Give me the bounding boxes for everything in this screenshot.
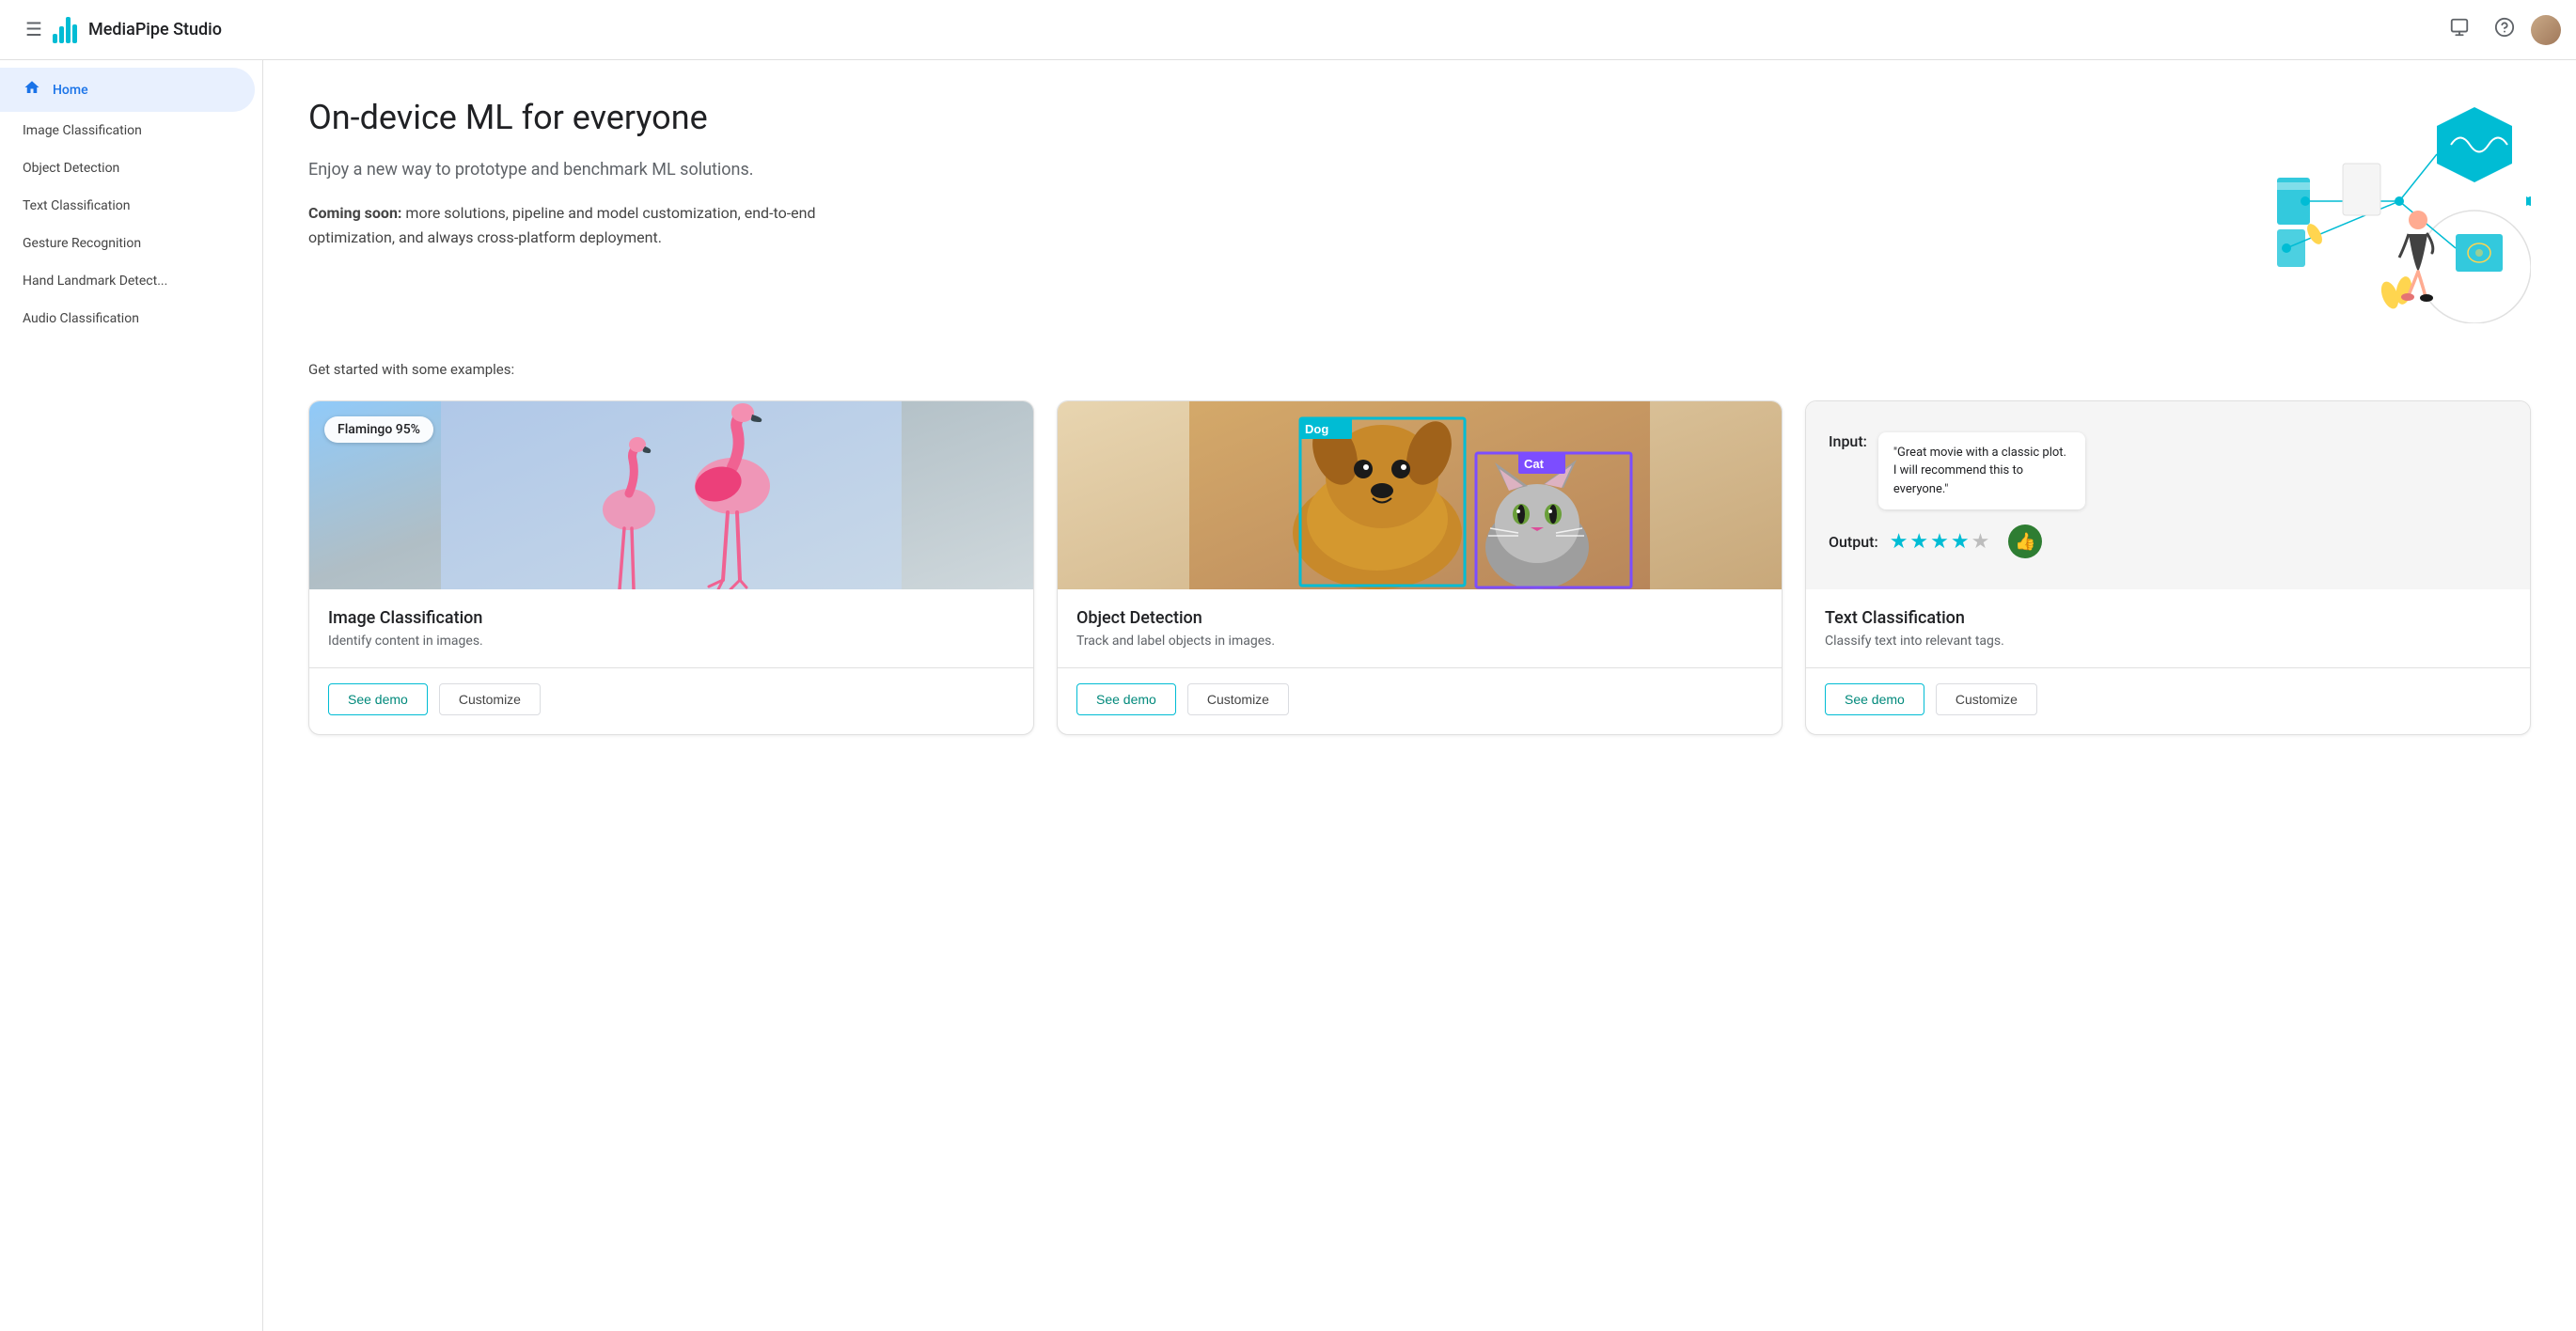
sidebar-text-classification-label: Text Classification — [23, 198, 131, 213]
card-image-classification-area: Flamingo 95% — [309, 401, 1033, 589]
sidebar-item-text-classification[interactable]: Text Classification — [0, 187, 255, 225]
card-text-classification-actions: See demo Customize — [1806, 667, 2530, 734]
card-object-detection-actions: See demo Customize — [1058, 667, 1782, 734]
feedback-icon — [2449, 17, 2470, 43]
app-body: Home Image Classification Object Detecti… — [0, 60, 2576, 1331]
hero-text: On-device ML for everyone Enjoy a new wa… — [308, 98, 872, 249]
card-text-classification-desc: Classify text into relevant tags. — [1825, 634, 2511, 649]
star-4: ★ — [1951, 530, 1970, 554]
logo-bar-4 — [72, 24, 77, 43]
logo-bar-2 — [59, 26, 64, 43]
main-content: On-device ML for everyone Enjoy a new wa… — [263, 60, 2576, 1331]
feedback-button[interactable] — [2441, 11, 2478, 49]
sidebar-item-image-classification[interactable]: Image Classification — [0, 112, 255, 149]
text-classification-see-demo-button[interactable]: See demo — [1825, 683, 1924, 715]
app-title: MediaPipe Studio — [88, 20, 222, 39]
card-text-classification: Input: "Great movie with a classic plot.… — [1805, 400, 2531, 735]
sidebar-hand-landmark-label: Hand Landmark Detect... — [23, 274, 167, 289]
menu-button[interactable]: ☰ — [15, 11, 53, 49]
card-text-classification-body: Text Classification Classify text into r… — [1806, 589, 2530, 649]
logo-bar-3 — [66, 17, 71, 43]
image-classification-see-demo-button[interactable]: See demo — [328, 683, 428, 715]
text-classification-customize-button[interactable]: Customize — [1936, 683, 2037, 715]
card-image-classification-body: Image Classification Identify content in… — [309, 589, 1033, 649]
sidebar-item-home[interactable]: Home — [0, 68, 255, 112]
text-output-row: Output: ★ ★ ★ ★ ★ 👍 — [1829, 525, 2507, 558]
menu-icon: ☰ — [25, 18, 42, 41]
star-3: ★ — [1930, 530, 1949, 554]
help-icon — [2494, 17, 2515, 43]
sidebar-object-detection-label: Object Detection — [23, 161, 119, 176]
logo-bars-icon — [53, 17, 77, 43]
text-output-label: Output: — [1829, 533, 1878, 551]
app-logo: MediaPipe Studio — [53, 17, 222, 43]
hero-title: On-device ML for everyone — [308, 98, 872, 138]
image-classification-customize-button[interactable]: Customize — [439, 683, 541, 715]
detection-illustration: Dog Cat — [1058, 401, 1782, 589]
cards-row: Flamingo 95% — [308, 400, 2531, 735]
card-text-classification-title: Text Classification — [1825, 608, 2511, 628]
sidebar-audio-classification-label: Audio Classification — [23, 311, 139, 326]
coming-soon-prefix: Coming soon: — [308, 204, 401, 222]
svg-text:Cat: Cat — [1524, 457, 1545, 471]
hero-section: On-device ML for everyone Enjoy a new wa… — [308, 98, 2531, 323]
card-image-classification-actions: See demo Customize — [309, 667, 1033, 734]
card-image-classification: Flamingo 95% — [308, 400, 1034, 735]
sidebar-home-label: Home — [53, 83, 88, 98]
logo-bar-1 — [53, 34, 57, 43]
text-input-label: Input: — [1829, 432, 1867, 450]
avatar-image — [2531, 15, 2561, 45]
help-button[interactable] — [2486, 11, 2523, 49]
sidebar-gesture-recognition-label: Gesture Recognition — [23, 236, 141, 251]
sidebar-item-gesture-recognition[interactable]: Gesture Recognition — [0, 225, 255, 262]
card-object-detection: Dog Cat Object Detection Track and label… — [1057, 400, 1783, 735]
card-object-detection-body: Object Detection Track and label objects… — [1058, 589, 1782, 649]
illustration-svg — [2230, 98, 2531, 323]
sidebar-item-hand-landmark[interactable]: Hand Landmark Detect... — [0, 262, 255, 300]
sidebar-item-object-detection[interactable]: Object Detection — [0, 149, 255, 187]
star-1: ★ — [1890, 530, 1908, 554]
object-detection-see-demo-button[interactable]: See demo — [1076, 683, 1176, 715]
sidebar: Home Image Classification Object Detecti… — [0, 60, 263, 1331]
card-image-classification-desc: Identify content in images. — [328, 634, 1014, 649]
hero-coming-soon: Coming soon: more solutions, pipeline an… — [308, 201, 872, 249]
home-icon — [23, 79, 41, 101]
header-actions — [2441, 11, 2561, 49]
text-input-row: Input: "Great movie with a classic plot.… — [1829, 432, 2507, 510]
sidebar-image-classification-label: Image Classification — [23, 123, 142, 138]
section-label: Get started with some examples: — [308, 361, 2531, 378]
star-2: ★ — [1909, 530, 1928, 554]
card-object-detection-title: Object Detection — [1076, 608, 1763, 628]
object-detection-customize-button[interactable]: Customize — [1187, 683, 1289, 715]
app-header: ☰ MediaPipe Studio — [0, 0, 2576, 60]
star-5: ★ — [1971, 530, 1990, 554]
sidebar-item-audio-classification[interactable]: Audio Classification — [0, 300, 255, 337]
card-object-detection-area: Dog Cat — [1058, 401, 1782, 589]
card-image-classification-title: Image Classification — [328, 608, 1014, 628]
card-text-classification-area: Input: "Great movie with a classic plot.… — [1806, 401, 2530, 589]
star-rating: ★ ★ ★ ★ ★ — [1890, 530, 1990, 554]
text-input-bubble: "Great movie with a classic plot. I will… — [1878, 432, 2085, 510]
svg-text:Dog: Dog — [1305, 422, 1328, 436]
hero-illustration — [2230, 98, 2531, 323]
flamingo-label: Flamingo 95% — [324, 416, 433, 443]
card-object-detection-desc: Track and label objects in images. — [1076, 634, 1763, 649]
user-avatar[interactable] — [2531, 15, 2561, 45]
thumbs-up-icon: 👍 — [2008, 525, 2042, 558]
hero-subtitle: Enjoy a new way to prototype and benchma… — [308, 157, 872, 182]
